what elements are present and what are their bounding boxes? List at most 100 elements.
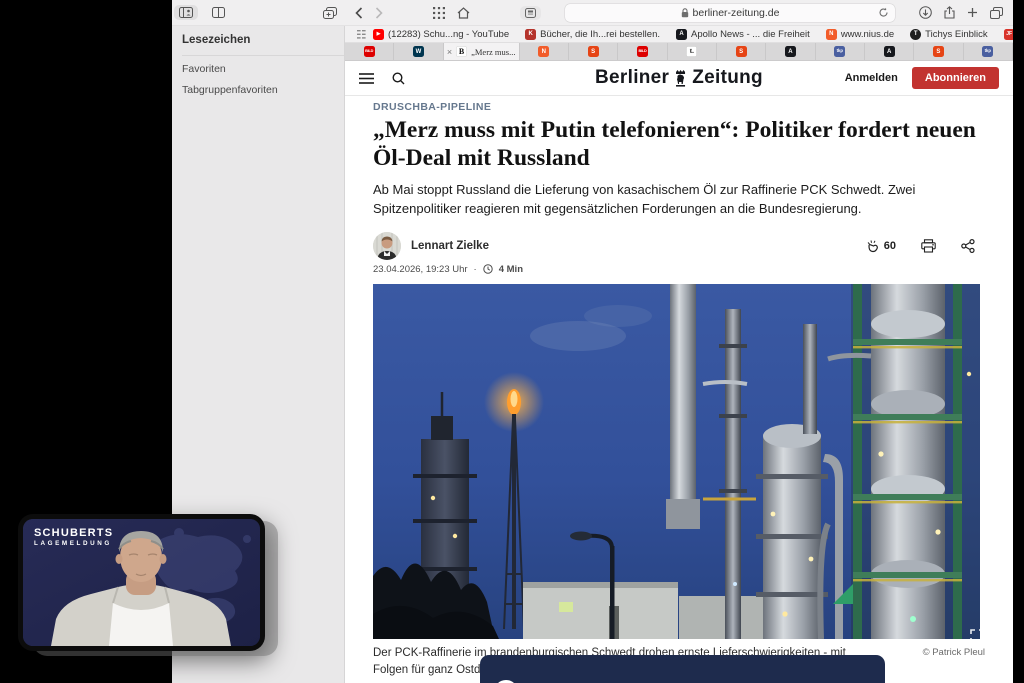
- tab[interactable]: W: [394, 43, 443, 60]
- kopp-favicon: K: [525, 29, 536, 40]
- back-icon[interactable]: [355, 7, 363, 19]
- bookmark-item[interactable]: T Tichys Einblick: [910, 29, 987, 40]
- bookmark-label: Tichys Einblick: [925, 29, 987, 40]
- tab[interactable]: S: [914, 43, 963, 60]
- lock-icon: [681, 8, 689, 18]
- tab[interactable]: BILD: [618, 43, 667, 60]
- bookmark-label: (12283) Schu...ng - YouTube: [388, 29, 509, 40]
- tab[interactable]: BILD: [345, 43, 394, 60]
- tab[interactable]: S: [569, 43, 618, 60]
- bookmark-item[interactable]: A Apollo News - ... die Freiheit: [676, 29, 810, 40]
- new-tab-icon[interactable]: [967, 7, 978, 18]
- apollo-favicon: A: [785, 46, 796, 57]
- brand-word-left: Berliner: [595, 67, 669, 89]
- sidebar-title: Lesezeichen: [182, 34, 344, 56]
- clap-button[interactable]: 60: [866, 238, 896, 253]
- image-credit: © Patrick Pleul: [923, 645, 985, 658]
- share-article-icon[interactable]: [961, 239, 975, 253]
- url-bar[interactable]: berliner-zeitung.de: [565, 4, 895, 22]
- article: DRUSCHBA-PIPELINE „Merz muss mit Putin t…: [373, 101, 985, 679]
- pip-title-line1: SCHUBERTS: [34, 527, 113, 540]
- tab[interactable]: tkp: [816, 43, 865, 60]
- welt-favicon: W: [413, 46, 424, 57]
- audio-player: 10 10 0:00 / 5:19: [480, 655, 885, 683]
- pip-video-window[interactable]: SCHUBERTS LAGEMELDUNG: [18, 514, 265, 651]
- site-header: Berliner Zeitung Anmelden Abonnieren: [345, 61, 1013, 96]
- bookmark-item[interactable]: K Bücher, die Ih...rei bestellen.: [525, 29, 660, 40]
- article-hero-image: [373, 284, 980, 639]
- berliner-zeitung-logo[interactable]: Berliner Zeitung: [595, 67, 763, 89]
- bookmark-item[interactable]: ▶ (12283) Schu...ng - YouTube: [373, 29, 509, 40]
- toolbar-main-zone: berliner-zeitung.de: [345, 4, 1013, 22]
- nius-favicon: N: [826, 29, 837, 40]
- tichy-favicon: T: [910, 29, 921, 40]
- login-link[interactable]: Anmelden: [845, 72, 898, 84]
- tkp-favicon: tkp: [982, 46, 993, 57]
- url-text: berliner-zeitung.de: [693, 7, 780, 19]
- tab[interactable]: tkp: [964, 43, 1013, 60]
- article-headline: „Merz muss mit Putin telefonieren“: Poli…: [373, 116, 985, 172]
- nius-favicon: N: [538, 46, 549, 57]
- tab[interactable]: N: [520, 43, 569, 60]
- tab[interactable]: t.: [668, 43, 717, 60]
- safari-window: berliner-zeitung.de: [172, 0, 1013, 683]
- bookmarks-grid-icon[interactable]: [357, 30, 366, 39]
- article-kicker[interactable]: DRUSCHBA-PIPELINE: [373, 101, 985, 113]
- all-tabs-icon[interactable]: [990, 7, 1003, 19]
- print-icon[interactable]: [921, 239, 936, 253]
- bz-favicon: B: [456, 46, 467, 57]
- bookmarks-bar: ▶ (12283) Schu...ng - YouTube K Bücher, die…: [345, 26, 1013, 43]
- brand-word-right: Zeitung: [692, 67, 763, 89]
- youtube-favicon: ▶: [373, 29, 384, 40]
- pip-video-screen: SCHUBERTS LAGEMELDUNG: [23, 519, 260, 646]
- apollo-favicon: A: [884, 46, 895, 57]
- home-icon[interactable]: [457, 7, 470, 19]
- apollo-favicon: A: [676, 29, 687, 40]
- tab[interactable]: A: [766, 43, 815, 60]
- bookmark-label: Apollo News - ... die Freiheit: [691, 29, 810, 40]
- toolbar-sidebar-zone: [172, 5, 345, 20]
- search-icon[interactable]: [392, 72, 405, 85]
- tab-bar: BILDW×B„Merz mus...NSBILDt.SAtkpAStkp: [345, 43, 1013, 61]
- bookmark-item[interactable]: Nwww.nius.de: [826, 29, 894, 40]
- tab[interactable]: A: [865, 43, 914, 60]
- reader-page-icon[interactable]: [520, 6, 541, 20]
- reload-icon[interactable]: [878, 7, 889, 18]
- split-view-icon[interactable]: [212, 7, 225, 18]
- spiegel-favicon: S: [736, 46, 747, 57]
- sidebar-toggle-button[interactable]: [174, 5, 198, 20]
- bookmark-label: Bücher, die Ih...rei bestellen.: [540, 29, 660, 40]
- read-time: 4 Min: [499, 264, 523, 275]
- menu-hamburger-icon[interactable]: [359, 73, 374, 84]
- forward-icon[interactable]: [375, 7, 383, 19]
- new-tab-group-icon[interactable]: [323, 7, 337, 19]
- bear-crest-icon: [674, 70, 687, 87]
- refinery-illustration: [373, 284, 980, 639]
- clock-icon: [483, 264, 493, 274]
- desktop: berliner-zeitung.de: [0, 0, 1024, 683]
- article-subtitle: Ab Mai stoppt Russland die Lieferung von…: [373, 181, 963, 217]
- spiegel-favicon: S: [588, 46, 599, 57]
- tab-overview-grid-icon[interactable]: [433, 7, 445, 19]
- sidebar-icon: [179, 7, 193, 18]
- pip-title-line2: LAGEMELDUNG: [34, 540, 113, 547]
- browser-toolbar: berliner-zeitung.de: [172, 0, 1013, 26]
- spiegel-favicon: S: [933, 46, 944, 57]
- share-icon[interactable]: [944, 6, 955, 19]
- tab[interactable]: S: [717, 43, 766, 60]
- bookmarks-list: ▶ (12283) Schu...ng - YouTube K Bücher, die…: [373, 29, 1024, 40]
- author-avatar[interactable]: [373, 232, 401, 260]
- subscribe-button[interactable]: Abonnieren: [912, 67, 999, 89]
- downloads-icon[interactable]: [919, 6, 932, 19]
- tab-active[interactable]: ×B„Merz mus...: [444, 43, 520, 60]
- author-name[interactable]: Lennart Zielke: [411, 240, 489, 252]
- dot-separator: ·: [474, 264, 477, 275]
- tab-close-icon[interactable]: ×: [447, 47, 452, 57]
- sidebar-item-tabgruppenfavoriten[interactable]: Tabgruppenfavoriten: [182, 77, 344, 98]
- right-app-region: [1013, 0, 1024, 683]
- publish-date: 23.04.2026, 19:23 Uhr: [373, 264, 468, 275]
- tkp-favicon: tkp: [834, 46, 845, 57]
- bild-favicon: BILD: [637, 46, 648, 57]
- sidebar-item-favoriten[interactable]: Favoriten: [182, 56, 344, 77]
- bild-favicon: BILD: [364, 46, 375, 57]
